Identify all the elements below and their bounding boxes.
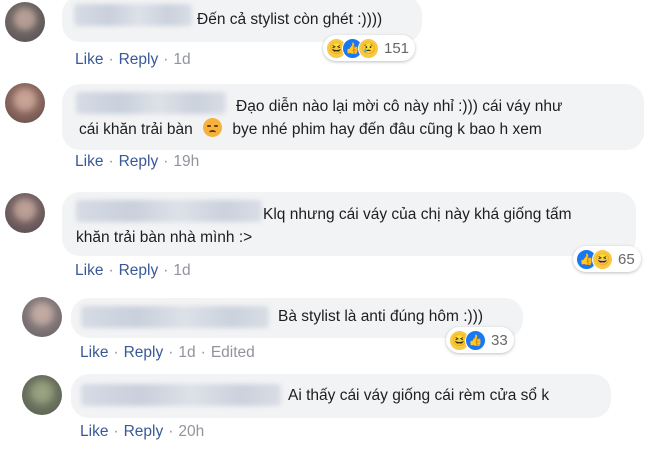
comment-actions: Like · Reply · 1d	[75, 262, 191, 279]
reply-button[interactable]: Reply	[124, 344, 164, 361]
comment-text: Bà stylist là anti đúng hôm :)))	[278, 308, 484, 325]
reaction-count: 33	[491, 331, 508, 349]
comment-actions: Like · Reply · 19h	[75, 153, 200, 170]
like-button[interactable]: Like	[80, 344, 108, 361]
like-button[interactable]: Like	[80, 423, 108, 440]
reaction-count: 151	[384, 39, 410, 57]
sad-icon: 😢	[358, 37, 379, 59]
blurred-author-name	[76, 92, 226, 114]
reply-button[interactable]: Reply	[119, 262, 159, 279]
timestamp[interactable]: 1d	[173, 262, 190, 279]
like-button[interactable]: Like	[75, 153, 103, 170]
avatar[interactable]	[22, 297, 62, 337]
blurred-author-name	[74, 4, 192, 26]
comment-actions: Like · Reply · 20h	[80, 423, 205, 440]
comment-text-line-1: Đạo diễn nào lại mời cô này nhỉ :))) cái…	[236, 98, 563, 115]
reply-button[interactable]: Reply	[124, 423, 164, 440]
avatar[interactable]	[22, 375, 62, 415]
haha-icon: 😆	[592, 248, 613, 270]
avatar[interactable]	[5, 193, 45, 233]
avatar[interactable]	[5, 2, 45, 42]
timestamp[interactable]: 20h	[178, 423, 204, 440]
blurred-author-name	[81, 384, 281, 406]
like-button[interactable]: Like	[75, 51, 103, 68]
timestamp[interactable]: 19h	[173, 153, 199, 170]
timestamp[interactable]: 1d	[173, 51, 190, 68]
comment-text: Đến cả stylist còn ghét :))))	[197, 11, 383, 28]
like-icon: 👍	[465, 329, 486, 351]
reaction-summary[interactable]: 👍 😆 65	[573, 246, 641, 272]
comment-text-line-2: cái khăn trải bàn bye nhé phim hay đến đ…	[79, 118, 542, 141]
reaction-count: 65	[618, 250, 635, 268]
reaction-summary[interactable]: 😆 👍 33	[446, 327, 514, 353]
blurred-author-name	[76, 200, 262, 222]
disappointed-face-emoji	[203, 118, 223, 137]
comment-text-line-1: Klq nhưng cái váy của chị này khá giống …	[263, 206, 572, 223]
edited-label[interactable]: Edited	[211, 344, 255, 361]
comment-actions: Like · Reply · 1d	[75, 51, 191, 68]
like-button[interactable]: Like	[75, 262, 103, 279]
blurred-author-name	[81, 306, 269, 328]
reaction-summary[interactable]: 😆 👍 😢 151	[323, 35, 416, 61]
comment-actions: Like · Reply · 1d · Edited	[80, 344, 255, 361]
timestamp[interactable]: 1d	[178, 344, 195, 361]
comment-text-line-2: khăn trải bàn nhà mình :>	[76, 229, 253, 246]
reply-button[interactable]: Reply	[119, 51, 159, 68]
comment-text: Ai thấy cái váy giống cái rèm cửa sổ k	[288, 387, 550, 404]
reply-button[interactable]: Reply	[119, 153, 159, 170]
avatar[interactable]	[5, 83, 45, 123]
